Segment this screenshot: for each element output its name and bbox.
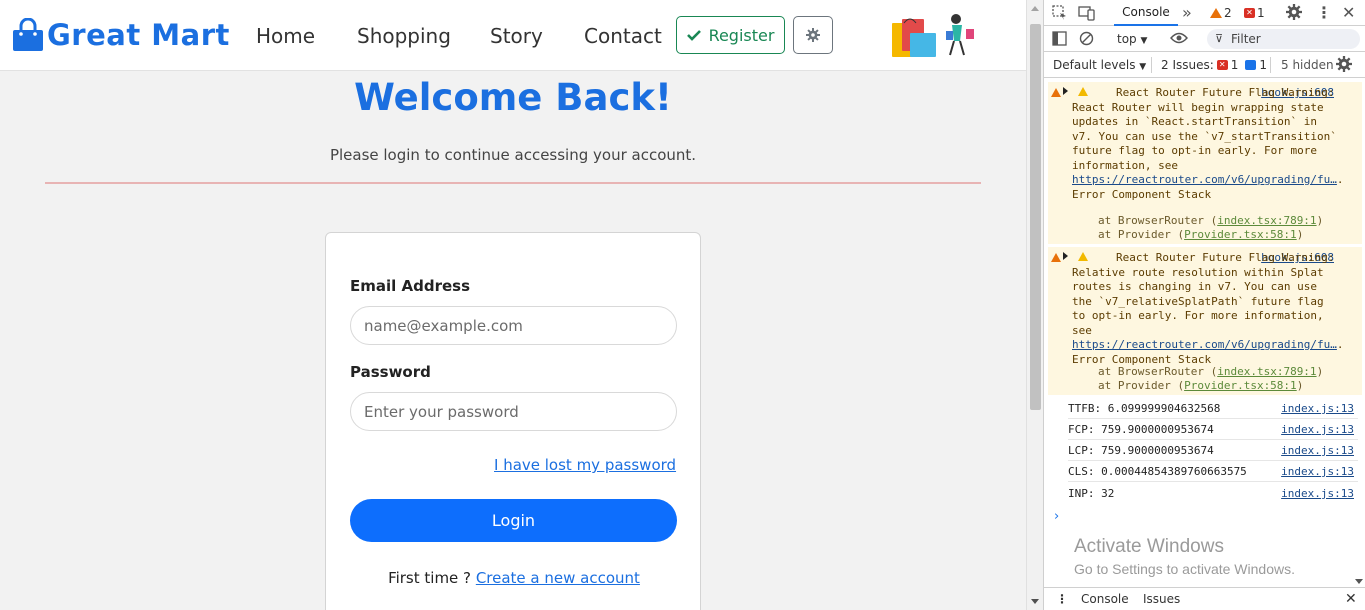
devtools-panel: Console » 2 ✕ 1 ⋮ ✕ top ▼ ⊽ Filter Defau… — [1043, 0, 1365, 610]
warning-icon — [1051, 253, 1061, 262]
clear-console-icon[interactable] — [1079, 31, 1094, 46]
expand-arrow-icon[interactable] — [1063, 252, 1068, 260]
stack-link[interactable]: index.tsx:789:1 — [1217, 214, 1316, 227]
issue-info-icon — [1245, 60, 1257, 70]
more-options-icon[interactable]: ⋮ — [1316, 3, 1332, 22]
log-source-link[interactable]: index.js:13 — [1281, 419, 1354, 440]
device-toolbar-icon[interactable] — [1078, 5, 1096, 21]
shopping-illustration-icon — [892, 14, 974, 57]
console-scrollbar[interactable] — [1355, 78, 1363, 588]
warning-count-badge[interactable]: 2 — [1210, 6, 1232, 20]
issue-error-icon: ✕ — [1216, 60, 1228, 70]
stack-frame: at BrowserRouter (index.tsx:789:1) — [1098, 214, 1324, 227]
warning-icon — [1210, 8, 1222, 18]
log-source-link[interactable]: index.js:13 — [1281, 440, 1354, 461]
separator — [1151, 57, 1152, 73]
stack-link[interactable]: Provider.tsx:58:1 — [1184, 228, 1297, 241]
dropdown-arrow-icon: ▼ — [1139, 62, 1147, 72]
drawer-tab-console[interactable]: Console — [1081, 588, 1129, 610]
email-input[interactable] — [350, 306, 677, 345]
scroll-down-arrow-icon[interactable] — [1031, 599, 1039, 604]
shopping-bag-icon — [13, 18, 43, 51]
login-card: Email Address Password I have lost my pa… — [325, 232, 701, 610]
brand-name: Great Mart — [47, 18, 230, 52]
console-log-line[interactable]: TTFB: 6.099999904632568 index.js:13 — [1068, 398, 1358, 419]
first-time-text: First time ? — [388, 569, 472, 587]
web-page: Great Mart Home Shopping Story Contact R… — [0, 0, 1026, 610]
warning-text: React Router Future Flag Warning: React … — [1072, 86, 1351, 201]
eye-icon[interactable] — [1170, 31, 1188, 45]
console-warning-message[interactable]: hook.js:608 React Router Future Flag War… — [1048, 82, 1362, 244]
settings-button[interactable] — [793, 16, 833, 54]
scroll-up-arrow-icon[interactable] — [1031, 6, 1039, 11]
password-label: Password — [350, 363, 431, 381]
console-log-line[interactable]: FCP: 759.9000000953674 index.js:13 — [1068, 419, 1358, 440]
error-count-badge[interactable]: ✕ 1 — [1244, 6, 1265, 20]
close-icon[interactable]: ✕ — [1342, 3, 1355, 22]
brand-logo[interactable]: Great Mart — [12, 18, 230, 52]
filter-input[interactable]: ⊽ Filter — [1207, 29, 1360, 49]
error-icon: ✕ — [1244, 8, 1255, 18]
stack-frame: at Provider (Provider.tsx:58:1) — [1098, 379, 1304, 392]
console-log-line[interactable]: INP: 32 index.js:13 — [1068, 483, 1358, 504]
nav-home-link[interactable]: Home — [256, 24, 315, 48]
log-source-link[interactable]: index.js:13 — [1281, 398, 1354, 419]
log-source-link[interactable]: index.js:13 — [1281, 461, 1354, 482]
console-log-line[interactable]: LCP: 759.9000000953674 index.js:13 — [1068, 440, 1358, 461]
hidden-count: 5 hidden — [1281, 58, 1334, 72]
separator — [1270, 57, 1271, 73]
close-drawer-icon[interactable]: ✕ — [1345, 588, 1357, 610]
create-account-link[interactable]: Create a new account — [476, 569, 640, 587]
docs-link[interactable]: https://reactrouter.com/v6/upgrading/fu… — [1072, 173, 1337, 186]
tab-console[interactable]: Console — [1114, 0, 1178, 26]
page-scrollbar[interactable] — [1026, 0, 1043, 610]
stack-link[interactable]: Provider.tsx:58:1 — [1184, 379, 1297, 392]
devtools-toolbar: Console » 2 ✕ 1 ⋮ ✕ — [1044, 0, 1365, 26]
drawer-tab-issues[interactable]: Issues — [1143, 588, 1180, 610]
issues-counter[interactable]: 2 Issues: ✕ 1 1 — [1161, 58, 1267, 72]
nav-story-link[interactable]: Story — [490, 24, 543, 48]
console-levels-bar: Default levels ▼ 2 Issues: ✕ 1 1 5 hidde… — [1044, 52, 1365, 78]
scrollbar-thumb[interactable] — [1030, 24, 1041, 410]
sidebar-toggle-icon[interactable] — [1052, 31, 1067, 46]
stack-frame: at BrowserRouter (index.tsx:789:1) — [1098, 365, 1324, 378]
console-settings-gear-icon[interactable] — [1336, 56, 1352, 72]
levels-dropdown[interactable]: Default levels ▼ — [1053, 58, 1146, 72]
console-prompt[interactable]: › — [1054, 509, 1059, 524]
filter-icon: ⊽ — [1215, 32, 1224, 45]
gear-icon — [806, 28, 820, 42]
check-icon — [686, 26, 701, 45]
navbar: Great Mart Home Shopping Story Contact R… — [0, 0, 1026, 71]
scroll-down-arrow-icon[interactable] — [1355, 579, 1363, 584]
email-label: Email Address — [350, 277, 471, 295]
register-label: Register — [708, 25, 775, 45]
nav-shopping-link[interactable]: Shopping — [357, 24, 451, 48]
page-subtitle: Please login to continue accessing your … — [329, 146, 697, 164]
nav-contact-link[interactable]: Contact — [584, 24, 662, 48]
stack-link[interactable]: index.tsx:789:1 — [1217, 365, 1316, 378]
docs-link[interactable]: https://reactrouter.com/v6/upgrading/fu… — [1072, 338, 1337, 351]
windows-activation-watermark: Activate Windows Go to Settings to activ… — [1074, 536, 1295, 577]
dropdown-arrow-icon: ▼ — [1140, 36, 1148, 46]
context-selector[interactable]: top ▼ — [1117, 32, 1147, 46]
gear-icon[interactable] — [1286, 4, 1302, 20]
inspect-element-icon[interactable] — [1052, 5, 1068, 21]
signup-prompt: First time ? Create a new account — [326, 569, 702, 587]
more-tabs-icon[interactable]: » — [1182, 3, 1192, 22]
login-button[interactable]: Login — [350, 499, 677, 542]
console-warning-message[interactable]: hook.js:608 React Router Future Flag War… — [1048, 247, 1362, 395]
drawer-tabbar: ⋮ Console Issues ✕ — [1044, 587, 1365, 610]
drawer-menu-icon[interactable]: ⋮ — [1056, 588, 1068, 610]
expand-arrow-icon[interactable] — [1063, 87, 1068, 95]
register-button[interactable]: Register — [676, 16, 785, 54]
console-log-line[interactable]: CLS: 0.00044854389760663575 index.js:13 — [1068, 461, 1358, 482]
warning-icon — [1051, 88, 1061, 97]
page-title: Welcome Back! — [354, 76, 672, 119]
warning-text: React Router Future Flag Warning: Relati… — [1072, 251, 1351, 366]
divider — [45, 182, 981, 184]
stack-frame: at Provider (Provider.tsx:58:1) — [1098, 228, 1304, 241]
log-source-link[interactable]: index.js:13 — [1281, 483, 1354, 504]
forgot-password-link[interactable]: I have lost my password — [494, 456, 676, 474]
password-input[interactable] — [350, 392, 677, 431]
